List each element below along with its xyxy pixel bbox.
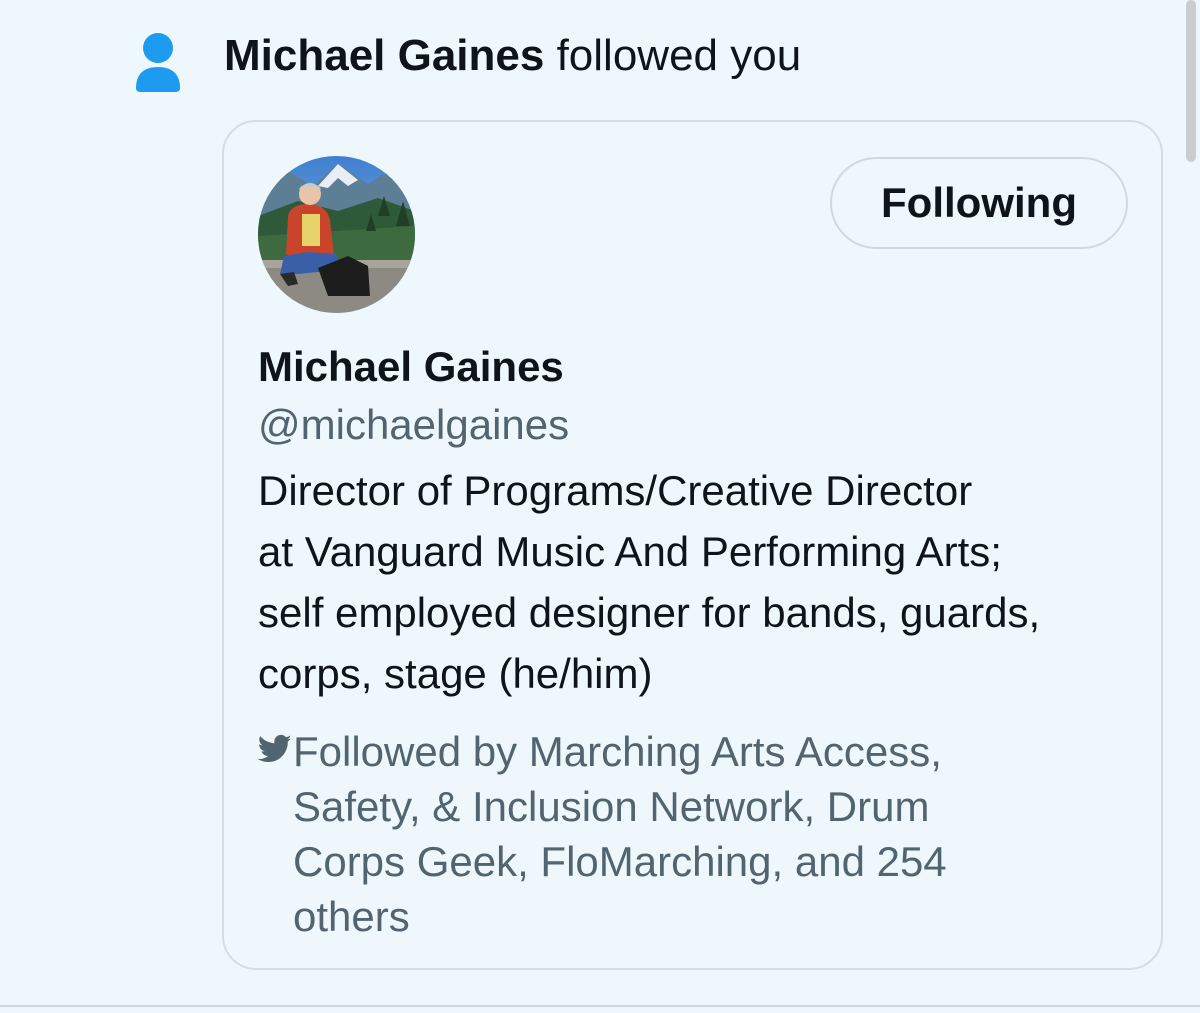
bio-line: at Vanguard Music And Performing Arts; [258,528,1002,575]
following-button[interactable]: Following [830,157,1128,249]
twitter-bird-icon [257,734,292,764]
followed-by-text[interactable]: Followed by Marching Arts Access, Safety… [293,724,1143,944]
actor-name-link[interactable]: Michael Gaines [224,31,544,80]
bio-line: Director of Programs/Creative Director [258,467,973,514]
display-name-link[interactable]: Michael Gaines [258,340,564,394]
bio-line: self employed designer for bands, guards… [258,589,1041,636]
followed-by-line: Safety, & Inclusion Network, Drum [293,783,930,830]
user-handle: @michaelgaines [258,401,570,448]
bio-line: corps, stage (he/him) [258,650,653,697]
person-icon [134,32,182,92]
avatar[interactable] [258,156,415,313]
action-text: followed you [544,31,802,80]
followed-by-line: Followed by Marching Arts Access, [293,728,942,775]
user-bio: Director of Programs/Creative Director a… [258,460,1138,704]
followed-by-line: Corps Geek, FloMarching, and 254 [293,838,947,885]
followed-by-line: others [293,893,410,940]
list-divider [0,1005,1200,1007]
scrollbar[interactable] [1186,0,1196,162]
follow-notification[interactable]: Michael Gaines followed you Following Mi… [0,0,1200,1005]
notification-headline: Michael Gaines followed you [224,28,801,84]
